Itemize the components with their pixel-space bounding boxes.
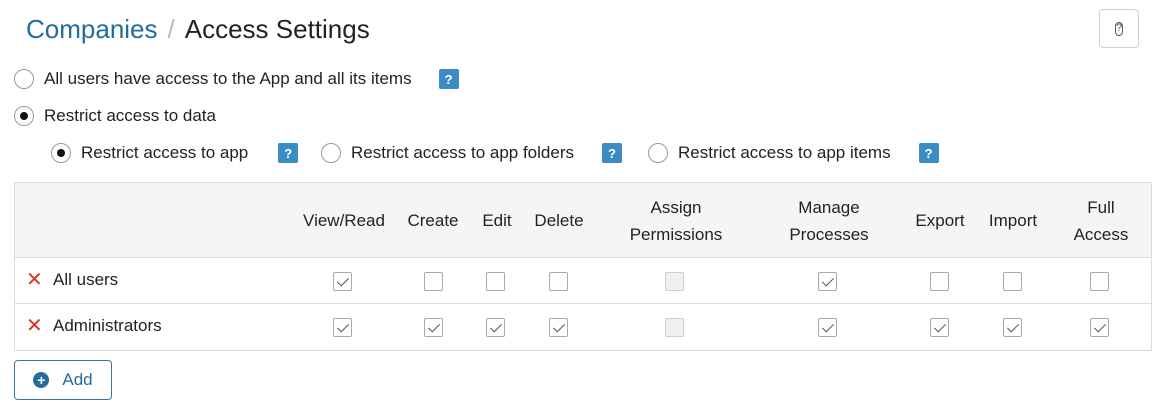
checkbox-full-access[interactable] — [1090, 272, 1109, 291]
breadcrumb-companies-link[interactable]: Companies — [26, 14, 158, 45]
column-export: Export — [915, 211, 965, 230]
checkbox-manage-processes[interactable] — [818, 318, 837, 337]
checkbox-full-access[interactable] — [1090, 318, 1109, 337]
radio-restrict-data[interactable] — [14, 106, 34, 126]
radio-restrict-folders[interactable] — [321, 143, 341, 163]
table-header: View/Read Create Edit Delete Assign Perm… — [15, 183, 1151, 258]
column-assign-permissions: Assign Permissions — [629, 197, 723, 244]
radio-label: Restrict access to app folders — [351, 143, 574, 162]
checkbox-assign-permissions — [665, 318, 684, 337]
checkbox-edit[interactable] — [486, 272, 505, 291]
question-icon[interactable]: ? — [601, 143, 622, 163]
scope-option-folders[interactable]: Restrict access to app folders ? — [321, 143, 622, 163]
close-icon[interactable]: ✕ — [26, 316, 44, 336]
checkbox-view-read[interactable] — [333, 272, 352, 291]
column-import: Import — [988, 211, 1038, 230]
breadcrumb: Companies / Access Settings — [26, 12, 370, 46]
checkbox-delete[interactable] — [549, 318, 568, 337]
plus-circle-icon: + — [33, 372, 50, 388]
column-create: Create — [407, 211, 459, 230]
access-option-all-users[interactable]: All users have access to the App and all… — [14, 69, 459, 89]
table-row: ✕ All users — [15, 258, 1151, 304]
checkbox-manage-processes[interactable] — [818, 272, 837, 291]
radio-label: All users have access to the App and all… — [44, 69, 412, 88]
checkbox-edit[interactable] — [486, 318, 505, 337]
checkbox-create[interactable] — [424, 272, 443, 291]
radio-all-users[interactable] — [14, 69, 34, 89]
radio-label: Restrict access to app items — [678, 143, 891, 162]
permissions-table: View/Read Create Edit Delete Assign Perm… — [14, 182, 1152, 351]
checkbox-assign-permissions — [665, 272, 684, 291]
add-button[interactable]: + Add — [14, 360, 112, 400]
column-manage-processes: Manage Processes — [789, 197, 869, 244]
question-icon[interactable]: ? — [438, 69, 459, 89]
radio-label: Restrict access to app — [81, 143, 249, 162]
column-view-read: View/Read — [303, 211, 385, 230]
close-icon[interactable]: ✕ — [26, 270, 44, 290]
checkbox-import[interactable] — [1003, 318, 1022, 337]
checkbox-create[interactable] — [424, 318, 443, 337]
question-icon[interactable]: ? — [918, 143, 939, 163]
column-edit: Edit — [482, 211, 512, 230]
checkbox-view-read[interactable] — [333, 318, 352, 337]
help-button[interactable]: ? — [1099, 9, 1139, 48]
checkbox-export[interactable] — [930, 272, 949, 291]
radio-label: Restrict access to data — [44, 106, 216, 125]
checkbox-export[interactable] — [930, 318, 949, 337]
row-name: Administrators — [53, 316, 162, 335]
column-delete: Delete — [534, 211, 584, 230]
checkbox-import[interactable] — [1003, 272, 1022, 291]
radio-restrict-app[interactable] — [51, 143, 71, 163]
scope-option-app[interactable]: Restrict access to app ? — [51, 143, 299, 163]
radio-restrict-items[interactable] — [648, 143, 668, 163]
table-row: ✕ Administrators — [15, 304, 1151, 350]
access-option-restrict[interactable]: Restrict access to data — [14, 106, 216, 126]
help-icon: ? — [1115, 21, 1123, 36]
scope-option-items[interactable]: Restrict access to app items ? — [648, 143, 939, 163]
breadcrumb-separator: / — [167, 13, 175, 44]
checkbox-delete[interactable] — [549, 272, 568, 291]
column-full-access: Full Access — [1073, 197, 1129, 244]
question-icon[interactable]: ? — [278, 143, 299, 163]
add-button-label: Add — [62, 370, 93, 389]
page-title: Access Settings — [184, 13, 370, 44]
row-name: All users — [53, 270, 119, 289]
